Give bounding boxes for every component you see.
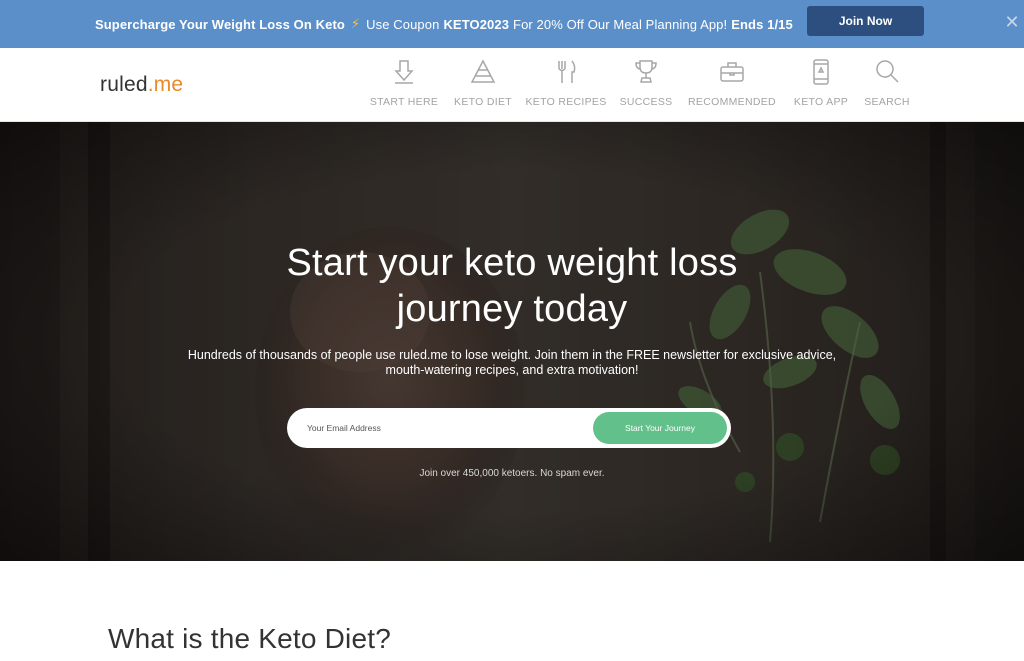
search-icon: [876, 60, 899, 83]
nav-label: SEARCH: [864, 96, 910, 108]
hero-subtitle-line2: mouth-watering recipes, and extra motiva…: [385, 363, 639, 377]
close-icon[interactable]: ✕: [1002, 12, 1022, 32]
site-header: ruled.me START HERE KETO DIET KETO RECIP…: [0, 48, 1024, 122]
briefcase-icon: [720, 62, 744, 82]
nav-label: START HERE: [369, 96, 439, 108]
nav-search[interactable]: SEARCH: [861, 58, 913, 114]
logo-suffix: .me: [147, 73, 184, 96]
hero-section: Start your keto weight loss journey toda…: [0, 122, 1024, 561]
start-journey-button[interactable]: Start Your Journey: [593, 412, 727, 444]
pyramid-icon: [470, 59, 496, 83]
nav-success[interactable]: SUCCESS: [618, 58, 674, 114]
nav-keto-diet[interactable]: KETO DIET: [450, 58, 516, 114]
site-logo[interactable]: ruled.me: [100, 73, 183, 97]
hero-subtitle-line1: Hundreds of thousands of people use rule…: [187, 348, 837, 362]
nav-recommended[interactable]: RECOMMENDED: [686, 58, 778, 114]
hero-background-image: [0, 122, 1024, 561]
phone-icon: [813, 59, 829, 85]
join-now-button[interactable]: Join Now: [807, 6, 924, 36]
hero-title: Start your keto weight loss journey toda…: [0, 240, 1024, 332]
nav-keto-recipes[interactable]: KETO RECIPES: [526, 58, 606, 114]
trophy-icon: [635, 60, 657, 83]
nav-start-here[interactable]: START HERE: [369, 58, 439, 114]
hero-subtitle: Hundreds of thousands of people use rule…: [0, 348, 1024, 378]
hero-title-line2: journey today: [396, 288, 628, 330]
promo-offer-text: For 20% Off Our Meal Planning App!: [513, 16, 728, 32]
download-arrow-icon: [394, 60, 414, 84]
nav-label: SUCCESS: [619, 96, 673, 108]
logo-main: ruled: [100, 73, 148, 96]
email-field[interactable]: [307, 408, 587, 448]
promo-coupon-code: KETO2023: [443, 16, 510, 32]
lightning-icon: ⚡: [350, 16, 361, 31]
promo-text: Supercharge Your Weight Loss On Keto ⚡ U…: [95, 0, 793, 48]
nav-keto-app[interactable]: KETO APP: [792, 58, 850, 114]
promo-coupon-prefix: Use Coupon: [366, 16, 440, 32]
nav-label: KETO DIET: [454, 96, 512, 108]
nav-label: RECOMMENDED: [688, 96, 776, 108]
nav-label: KETO APP: [793, 96, 849, 108]
promo-ends-text: Ends 1/15: [731, 16, 793, 32]
promo-headline: Supercharge Your Weight Loss On Keto: [95, 16, 345, 32]
section-title: What is the Keto Diet?: [108, 623, 391, 654]
newsletter-form: Start Your Journey: [287, 408, 731, 448]
nav-label: KETO RECIPES: [525, 96, 607, 108]
hero-title-line1: Start your keto weight loss: [286, 242, 738, 284]
signup-note: Join over 450,000 ketoers. No spam ever.: [419, 468, 605, 479]
fork-knife-icon: [558, 60, 576, 83]
promo-banner: Supercharge Your Weight Loss On Keto ⚡ U…: [0, 0, 1024, 48]
